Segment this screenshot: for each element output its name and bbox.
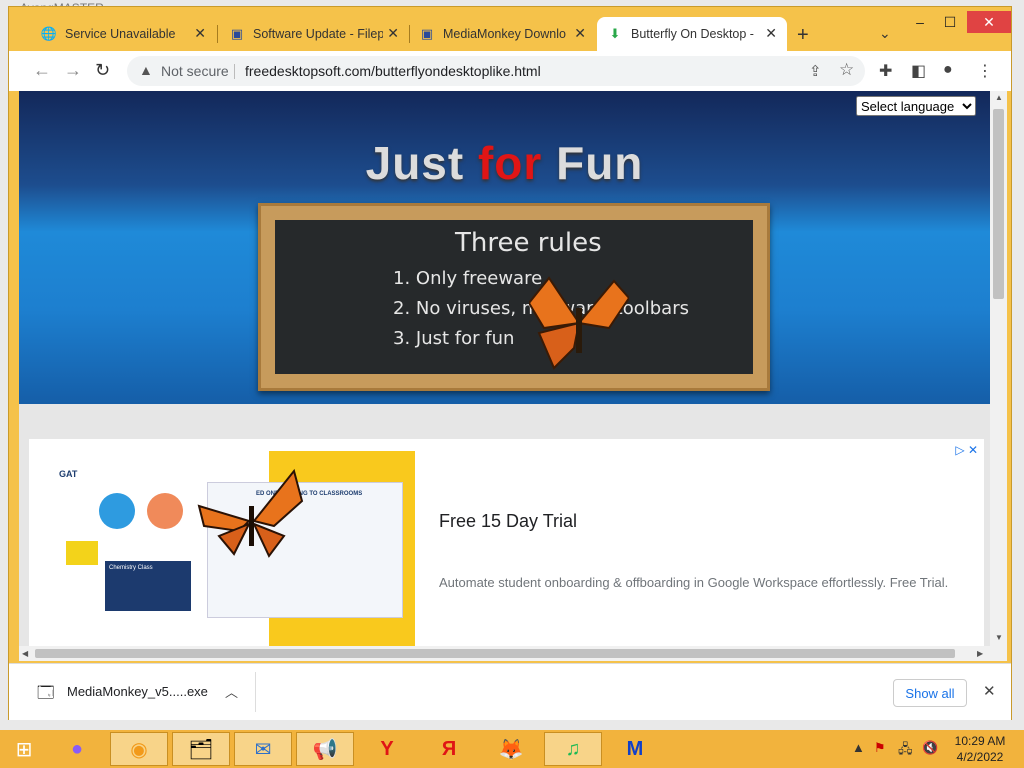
board-heading: Three rules	[455, 228, 602, 258]
tab-separator	[217, 25, 218, 43]
tab-software-update[interactable]: ▣ Software Update - Filep ✕	[219, 17, 409, 51]
avatar	[147, 493, 183, 529]
horizontal-scrollbar[interactable]: ◀ ▶	[19, 646, 990, 661]
tab-mediamonkey[interactable]: ▣ MediaMonkey Downlo ✕	[409, 17, 596, 51]
address-bar[interactable]: ▲ Not secure freedesktopsoft.com/butterf…	[127, 56, 865, 86]
megaphone-icon[interactable]: 📢	[296, 732, 354, 766]
minimize-button[interactable]: –	[905, 11, 935, 33]
address-divider	[234, 64, 235, 79]
hero-title-highlight: for	[477, 137, 543, 189]
ad-logo: GAT	[59, 469, 78, 479]
avatar	[99, 493, 135, 529]
rule-item: 3. Just for fun	[393, 328, 515, 349]
chalkboard: Three rules 1. Only freeware 2. No virus…	[258, 203, 770, 391]
ad-illustration[interactable]: ED ONBOARDING TO CLASSROOMS GAT Chemistr…	[29, 451, 415, 646]
horizontal-scroll-thumb[interactable]	[35, 649, 955, 658]
tab-strip: 🌐 Service Unavailable ✕ ▣ Software Updat…	[9, 7, 1011, 51]
forward-button[interactable]: →	[64, 60, 82, 81]
taskbar: ⊞ ● ◉ 🗂 ✉ 📢 Y Я 🦊 ♫ M ▲ ⚑ 🖧 🔇 10:29 AM 4…	[0, 730, 1024, 768]
malwarebytes-icon[interactable]: M	[606, 732, 664, 766]
network-error-icon[interactable]: ⚑	[874, 740, 886, 756]
download-filename[interactable]: MediaMonkey_v5.....exe	[67, 684, 208, 699]
hero-title-part: Fun	[542, 137, 644, 189]
network-icon[interactable]: 🖧	[898, 740, 913, 762]
close-icon[interactable]: ✕	[194, 25, 206, 42]
butterfly-image[interactable]	[529, 273, 629, 377]
ad-description[interactable]: Automate student onboarding & offboardin…	[439, 575, 948, 590]
not-secure-label[interactable]: Not secure	[161, 63, 229, 79]
file-explorer-icon[interactable]: 🗂	[172, 732, 230, 766]
globe-icon: 🌐	[40, 26, 58, 41]
ad-choices-icon[interactable]: ▷ ✕	[955, 443, 978, 457]
system-clock[interactable]: 10:29 AM 4/2/2022	[950, 733, 1010, 765]
window-close-button[interactable]: ✕	[967, 11, 1011, 33]
new-tab-button[interactable]: +	[797, 24, 809, 47]
page-viewport: Just for Fun Three rules 1. Only freewar…	[19, 91, 990, 646]
software-icon: ▣	[420, 26, 434, 41]
tab-title: Software Update - Filep	[253, 27, 383, 41]
extensions-icon[interactable]: ✚	[879, 61, 892, 81]
back-button[interactable]: ←	[33, 60, 51, 81]
menu-kebab-icon[interactable]: ⋮	[977, 61, 993, 81]
share-icon[interactable]: ⇪	[809, 62, 822, 80]
scroll-up-icon[interactable]: ▲	[995, 93, 1003, 102]
scroll-left-icon[interactable]: ◀	[22, 649, 28, 658]
tab-butterfly-on-desktop[interactable]: ⬇ Butterfly On Desktop - ✕	[597, 17, 787, 51]
show-all-button[interactable]: Show all	[893, 679, 967, 707]
yandex-icon[interactable]: Я	[420, 732, 478, 766]
spotify-icon[interactable]: ♫	[544, 732, 602, 766]
close-icon[interactable]: ✕	[574, 25, 586, 42]
side-panel-icon[interactable]: ◧	[911, 61, 926, 81]
scroll-right-icon[interactable]: ▶	[977, 649, 983, 658]
clock-date: 4/2/2022	[956, 750, 1004, 764]
tab-title: Service Unavailable	[65, 27, 176, 41]
firefox-icon[interactable]: 🦊	[482, 732, 540, 766]
ad-class-label: Chemistry Class	[109, 565, 153, 571]
clock-time: 10:29 AM	[954, 734, 1006, 748]
close-icon[interactable]: ✕	[983, 682, 996, 700]
chalkboard-surface: Three rules 1. Only freeware 2. No virus…	[275, 220, 753, 374]
url-text[interactable]: freedesktopsoft.com/butterflyondesktopli…	[245, 63, 541, 79]
browser-toolbar: ← → ↻ ▲ Not secure freedesktopsoft.com/b…	[9, 51, 1011, 91]
language-select[interactable]: Select language	[856, 96, 976, 116]
chevron-up-icon[interactable]: ︿	[225, 682, 238, 701]
vertical-scroll-thumb[interactable]	[993, 109, 1004, 299]
ad-class-card: Chemistry Class	[105, 561, 191, 611]
warning-icon[interactable]: ▲	[139, 62, 153, 78]
download-shelf: 🗔 MediaMonkey_v5.....exe ︿ Show all ✕	[9, 663, 1011, 720]
tab-search-chevron-icon[interactable]: ⌄	[879, 25, 891, 42]
alice-icon[interactable]: ●	[48, 732, 106, 766]
advertisement[interactable]: ED ONBOARDING TO CLASSROOMS GAT Chemistr…	[29, 439, 984, 646]
tab-title: MediaMonkey Downlo	[443, 27, 566, 41]
close-icon[interactable]: ✕	[765, 25, 777, 42]
bookmark-star-icon[interactable]: ☆	[839, 60, 854, 80]
installer-file-icon[interactable]: 🗔	[37, 682, 54, 709]
shelf-divider	[255, 672, 256, 712]
tray-chevron-up-icon[interactable]: ▲	[852, 740, 865, 755]
software-icon: ▣	[230, 26, 244, 41]
chrome-canary-icon[interactable]: ◉	[110, 732, 168, 766]
close-icon[interactable]: ✕	[387, 25, 399, 42]
butterfly-image[interactable]	[194, 466, 304, 562]
vertical-scrollbar[interactable]: ▲ ▼	[990, 91, 1007, 661]
download-icon: ⬇	[609, 26, 621, 41]
thunderbird-icon[interactable]: ✉	[234, 732, 292, 766]
hero-title: Just for Fun	[19, 136, 990, 190]
profile-avatar-icon[interactable]: ●	[943, 61, 953, 79]
hero-banner: Just for Fun Three rules 1. Only freewar…	[19, 91, 990, 404]
rule-item: 1. Only freeware	[393, 268, 543, 289]
folder-icon	[66, 541, 98, 565]
yandex-browser-icon[interactable]: Y	[358, 732, 416, 766]
maximize-button[interactable]: ☐	[935, 11, 965, 33]
reload-button[interactable]: ↻	[95, 60, 110, 81]
scroll-down-icon[interactable]: ▼	[995, 633, 1003, 642]
tab-service-unavailable[interactable]: 🌐 Service Unavailable ✕	[31, 17, 216, 51]
ad-headline[interactable]: Free 15 Day Trial	[439, 511, 577, 532]
volume-muted-icon[interactable]: 🔇	[922, 740, 938, 756]
tab-title: Butterfly On Desktop -	[631, 27, 754, 41]
start-icon[interactable]: ⊞	[0, 732, 48, 766]
hero-title-part: Just	[365, 137, 478, 189]
